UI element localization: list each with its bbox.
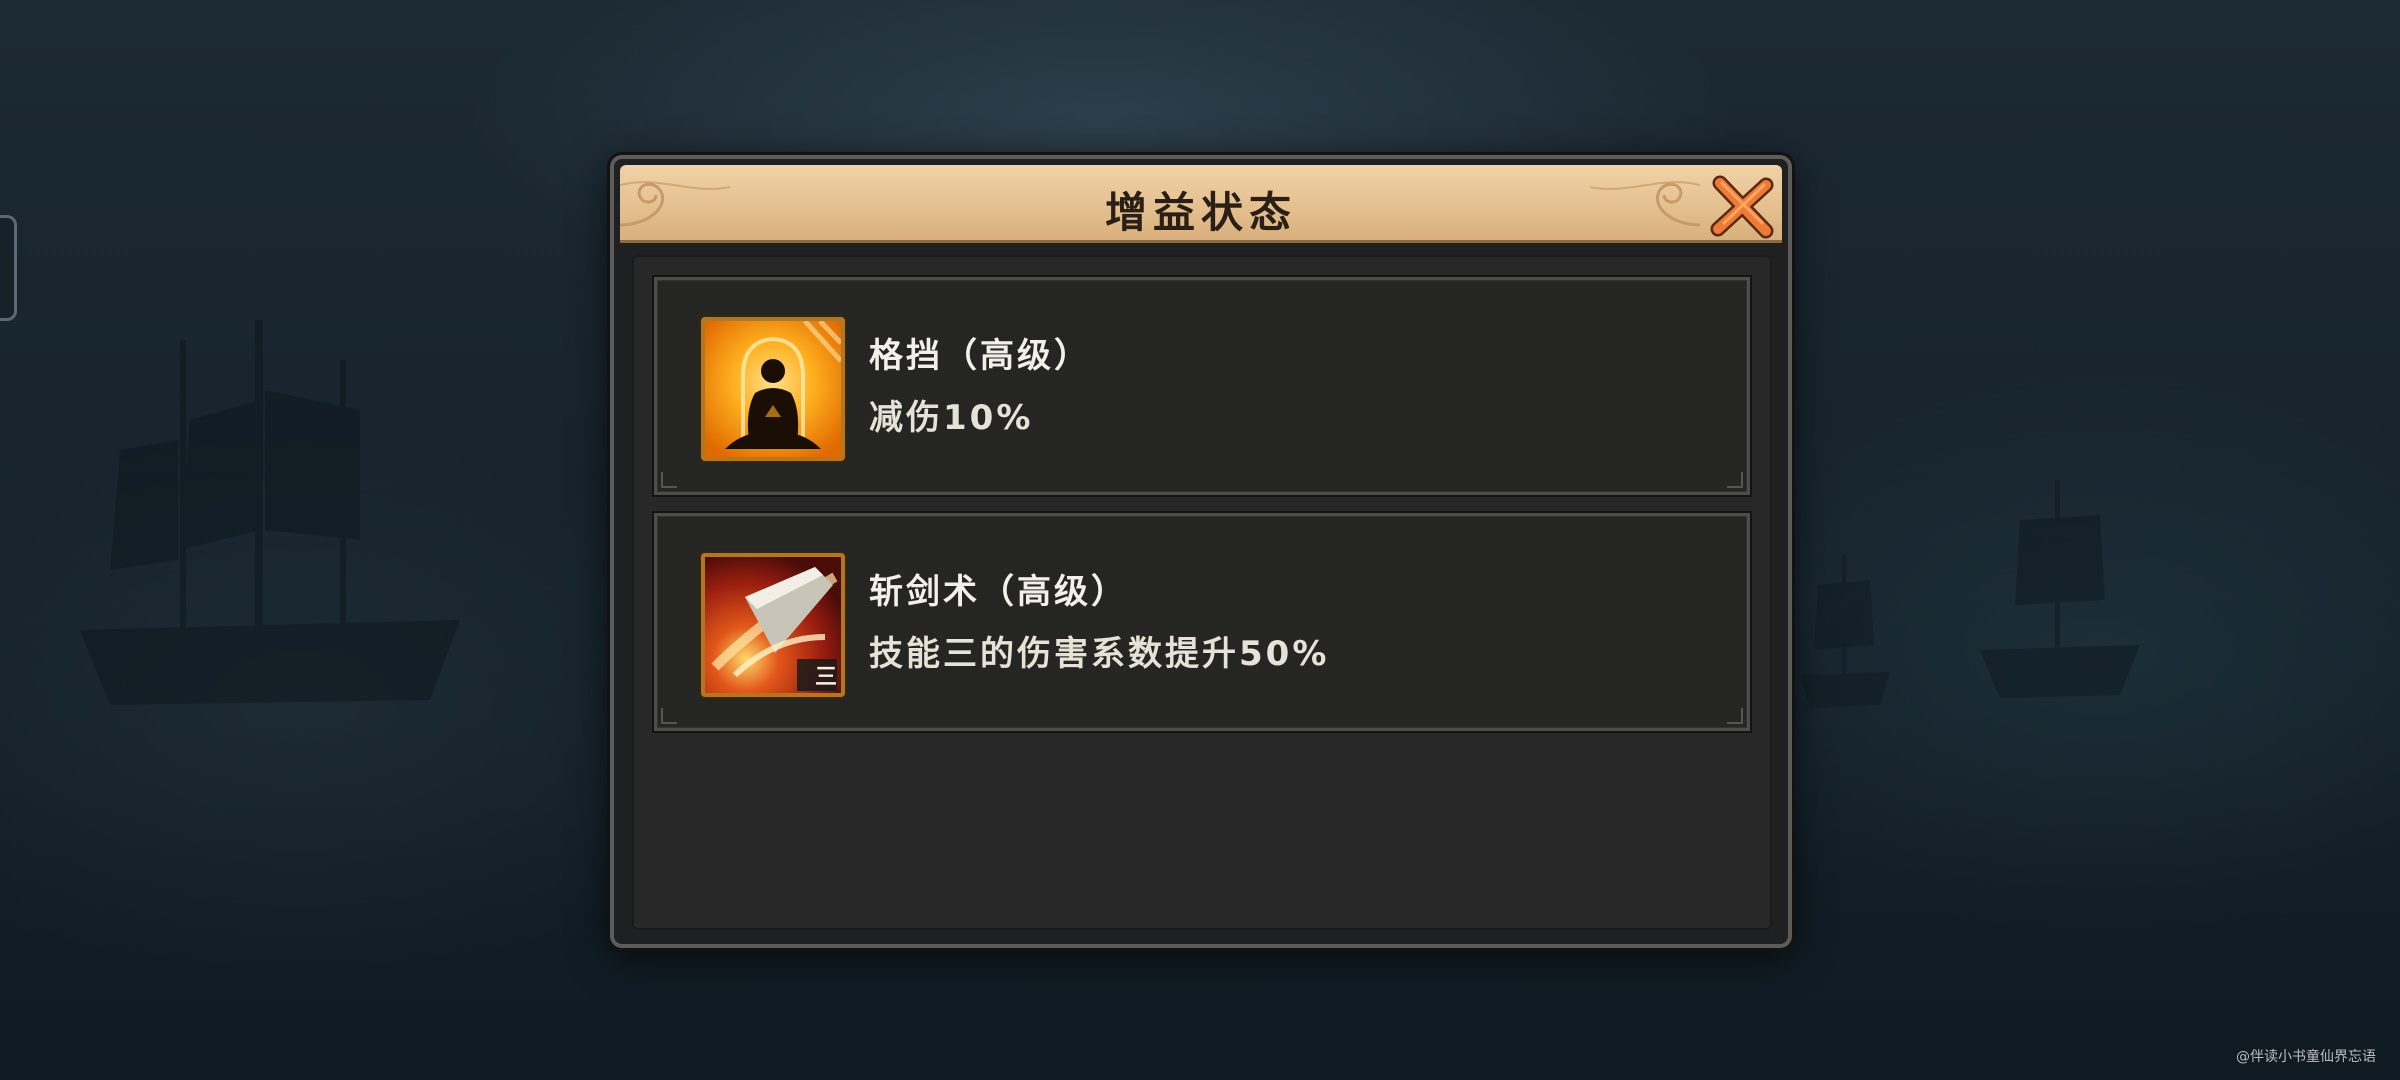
background-ship-far bbox=[1800, 555, 1890, 708]
close-x-icon bbox=[1710, 175, 1774, 239]
card-corner-ornament bbox=[661, 472, 677, 488]
dialog-header: 增益状态 bbox=[620, 165, 1782, 243]
buff-status-dialog: 增益状态 格挡（高级） 减伤10% 三 斩剑术（高级） 技能三的伤害系数提升50… bbox=[610, 155, 1792, 948]
card-corner-ornament bbox=[1727, 472, 1743, 488]
background-ship-right bbox=[1980, 480, 2140, 698]
buff-description: 技能三的伤害系数提升50% bbox=[869, 634, 1330, 674]
buff-name: 格挡（高级） bbox=[869, 336, 1091, 376]
card-corner-ornament bbox=[661, 708, 677, 724]
buff-item: 格挡（高级） 减伤10% bbox=[654, 277, 1750, 495]
close-button[interactable] bbox=[1706, 171, 1778, 240]
side-panel-tab[interactable] bbox=[0, 215, 17, 321]
buff-item: 三 斩剑术（高级） 技能三的伤害系数提升50% bbox=[654, 513, 1750, 731]
buff-description: 减伤10% bbox=[869, 398, 1034, 438]
dialog-title: 增益状态 bbox=[1104, 188, 1297, 237]
watermark: @伴读小书童仙界忘语 bbox=[2236, 1049, 2376, 1065]
sword-slash-icon: 三 bbox=[701, 553, 845, 697]
buff-list: 格挡（高级） 减伤10% 三 斩剑术（高级） 技能三的伤害系数提升50% bbox=[632, 255, 1772, 930]
game-scene: 增益状态 格挡（高级） 减伤10% 三 斩剑术（高级） 技能三的伤害系数提升50… bbox=[0, 0, 2400, 1080]
buff-name: 斩剑术（高级） bbox=[869, 572, 1128, 612]
background-ship-left bbox=[80, 320, 460, 705]
skill-badge: 三 bbox=[814, 665, 837, 690]
card-corner-ornament bbox=[1727, 708, 1743, 724]
meditating-monk-icon bbox=[701, 317, 845, 461]
